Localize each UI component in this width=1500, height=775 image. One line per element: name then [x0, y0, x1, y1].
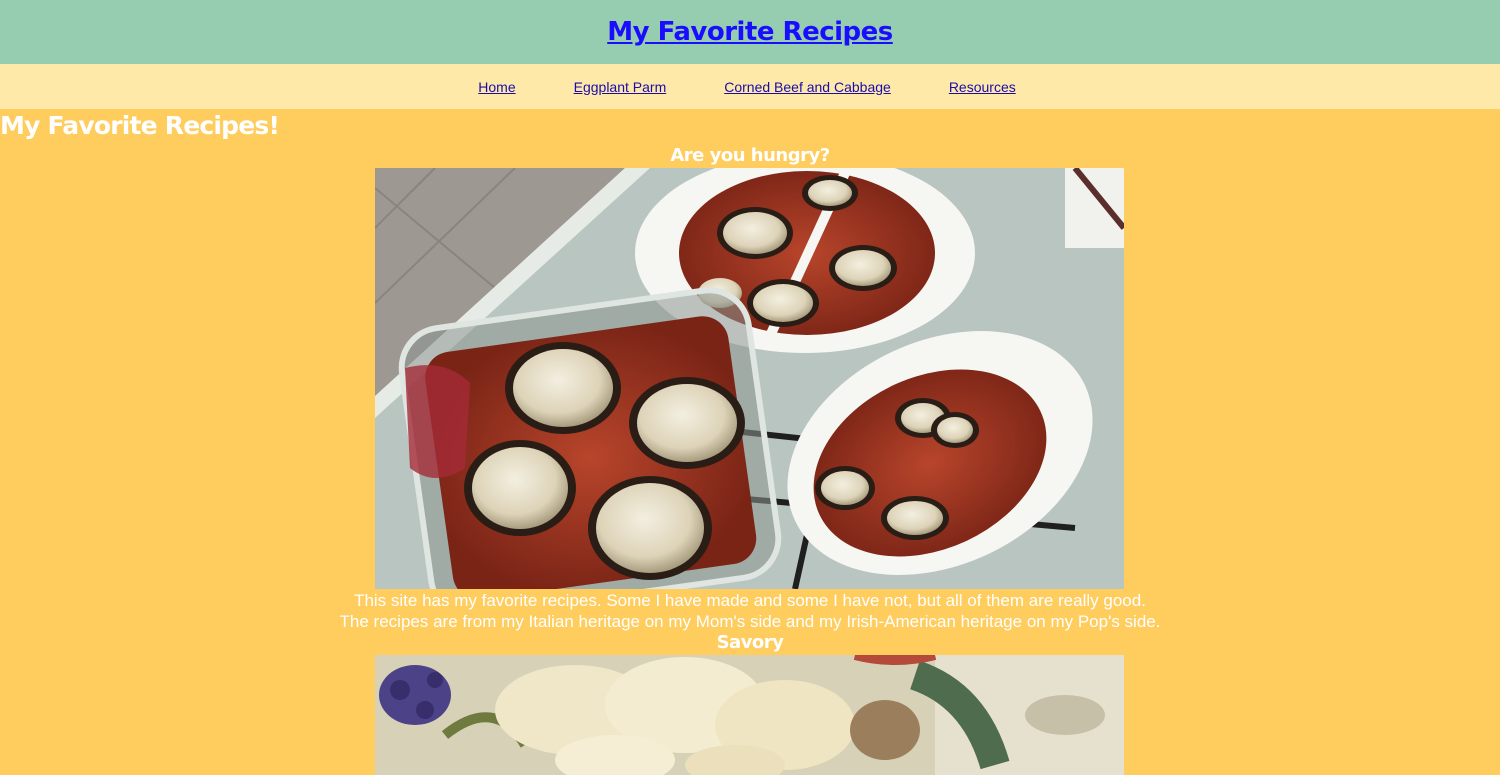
- nav-link-resources[interactable]: Resources: [949, 79, 1016, 95]
- nav-link-eggplant-parm[interactable]: Eggplant Parm: [574, 79, 667, 95]
- nav-link-home[interactable]: Home: [478, 79, 515, 95]
- intro-line-2: The recipes are from my Italian heritage…: [339, 612, 1161, 631]
- nav-link-corned-beef[interactable]: Corned Beef and Cabbage: [724, 79, 891, 95]
- savory-heading: Savory: [716, 632, 784, 653]
- nav-bar: Home Eggplant Parm Corned Beef and Cabba…: [0, 64, 1500, 109]
- intro-line-1: This site has my favorite recipes. Some …: [354, 591, 1146, 610]
- eggplant-parm-photo: [375, 168, 1124, 589]
- intro-text: This site has my favorite recipes. Some …: [0, 590, 1500, 632]
- page-heading: My Favorite Recipes!: [0, 111, 280, 140]
- site-title-link[interactable]: My Favorite Recipes: [607, 17, 893, 47]
- hungry-heading: Are you hungry?: [670, 145, 830, 166]
- site-header: My Favorite Recipes: [0, 0, 1500, 64]
- corned-beef-photo: [375, 655, 1124, 775]
